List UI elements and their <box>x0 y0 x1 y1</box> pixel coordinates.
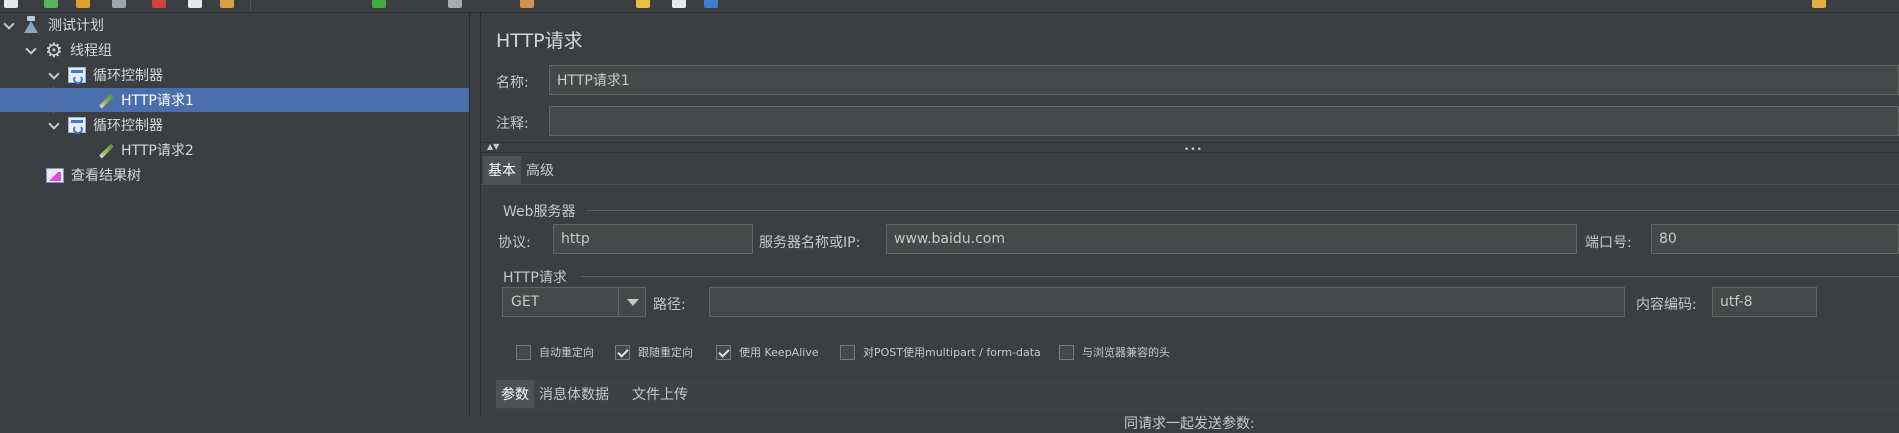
clear-icon[interactable] <box>520 0 534 8</box>
function-helper-icon[interactable] <box>636 0 650 8</box>
sampler-pen-icon <box>95 141 115 159</box>
tree-item-loop-controller[interactable]: 循环控制器 <box>47 63 163 87</box>
checkbox-checked-icon[interactable] <box>615 344 630 360</box>
follow-redirects-checkbox[interactable]: 跟随重定向 <box>615 344 693 360</box>
tab-advanced[interactable]: 高级 <box>521 156 559 184</box>
method-select[interactable]: GET <box>502 287 646 317</box>
help-icon[interactable] <box>704 0 718 8</box>
test-plan-icon <box>22 16 42 34</box>
tree-item-http-request[interactable]: HTTP请求1 <box>0 88 469 112</box>
http-request-group-title: HTTP请求 <box>503 270 567 286</box>
toolbar-separator <box>250 0 251 10</box>
new-icon[interactable] <box>4 0 18 8</box>
sampler-pen-icon <box>95 91 115 109</box>
open-icon[interactable] <box>76 0 90 8</box>
protocol-field[interactable]: http <box>553 224 753 254</box>
http-request-panel: HTTP请求 名称: HTTP请求1 注释: ▲▼ ••• 基本 高级 Web服… <box>481 13 1899 432</box>
option-label: 对POST使用multipart / form-data <box>863 346 1041 359</box>
checkbox-icon[interactable] <box>1059 344 1074 360</box>
chevron-down-icon[interactable] <box>47 68 61 82</box>
start-icon[interactable] <box>372 0 386 8</box>
option-label: 与浏览器兼容的头 <box>1082 346 1170 359</box>
stop-icon[interactable] <box>448 0 462 8</box>
name-field[interactable]: HTTP请求1 <box>549 65 1899 95</box>
collapse-arrows-icon[interactable]: ▲▼ <box>487 142 499 151</box>
toolbar <box>0 0 1899 13</box>
option-label: 跟随重定向 <box>638 346 693 359</box>
divider <box>481 142 1899 143</box>
tree-item-label: HTTP请求1 <box>121 93 194 109</box>
option-label: 自动重定向 <box>539 346 594 359</box>
browser-headers-checkbox[interactable]: 与浏览器兼容的头 <box>1059 344 1170 360</box>
tree-item-label: 测试计划 <box>48 18 104 34</box>
paste-icon[interactable] <box>220 0 234 8</box>
port-field[interactable]: 80 <box>1651 224 1899 254</box>
warning-icon <box>1812 0 1826 8</box>
gear-icon: ⚙ <box>45 38 63 62</box>
resize-grip-icon[interactable]: ••• <box>1184 145 1203 155</box>
tab-parameters[interactable]: 参数 <box>496 380 534 408</box>
encoding-label: 内容编码: <box>1636 297 1697 313</box>
divider <box>481 184 1899 185</box>
results-tree-icon <box>45 166 65 184</box>
divider <box>481 152 1899 153</box>
server-label: 服务器名称或IP: <box>759 235 861 251</box>
group-border <box>586 210 1899 211</box>
chevron-down-icon[interactable] <box>47 118 61 132</box>
save-icon[interactable] <box>112 0 126 8</box>
checkbox-checked-icon[interactable] <box>716 344 731 360</box>
comment-label: 注释: <box>496 116 529 132</box>
option-label: 使用 KeepAlive <box>739 346 819 359</box>
tree-guide-line <box>53 87 54 113</box>
loop-controller-icon <box>67 116 87 134</box>
port-label: 端口号: <box>1585 235 1632 251</box>
path-label: 路径: <box>653 297 686 313</box>
auto-redirect-checkbox[interactable]: 自动重定向 <box>516 344 594 360</box>
server-field[interactable]: www.baidu.com <box>886 224 1577 254</box>
encoding-field[interactable]: utf-8 <box>1712 287 1817 317</box>
chevron-down-icon[interactable] <box>618 288 645 316</box>
protocol-label: 协议: <box>498 235 531 251</box>
tree-item-http-request[interactable]: HTTP请求2 <box>95 138 194 162</box>
tree-item-label: 循环控制器 <box>93 68 163 84</box>
checkbox-icon[interactable] <box>840 344 855 360</box>
path-field[interactable] <box>709 287 1625 317</box>
cut-icon[interactable] <box>152 0 166 8</box>
group-border <box>581 276 1899 277</box>
method-value: GET <box>511 294 540 310</box>
loop-controller-icon <box>67 66 87 84</box>
tree-item-label: HTTP请求2 <box>121 143 194 159</box>
list-icon[interactable] <box>672 0 686 8</box>
comment-field[interactable] <box>549 106 1899 136</box>
name-label: 名称: <box>496 75 529 91</box>
panel-splitter[interactable] <box>469 13 481 416</box>
tree-item-thread-group[interactable]: ⚙ 线程组 <box>24 38 112 62</box>
tree-item-label: 循环控制器 <box>93 118 163 134</box>
tab-basic[interactable]: 基本 <box>483 156 521 184</box>
tab-file-upload[interactable]: 文件上传 <box>627 380 693 408</box>
web-server-group-title: Web服务器 <box>503 204 576 220</box>
page-title: HTTP请求 <box>496 30 583 52</box>
chevron-down-icon[interactable] <box>2 18 16 32</box>
multipart-checkbox[interactable]: 对POST使用multipart / form-data <box>840 344 1041 360</box>
tree-item-label: 线程组 <box>70 43 112 59</box>
tab-body-data[interactable]: 消息体数据 <box>534 380 614 408</box>
keepalive-checkbox[interactable]: 使用 KeepAlive <box>716 344 819 360</box>
copy-icon[interactable] <box>188 0 202 8</box>
params-caption: 同请求一起发送参数: <box>1124 416 1255 432</box>
templates-icon[interactable] <box>44 0 58 8</box>
tree-item-loop-controller[interactable]: 循环控制器 <box>47 113 163 137</box>
chevron-down-icon[interactable] <box>24 43 38 57</box>
checkbox-icon[interactable] <box>516 344 531 360</box>
tree-item-test-plan[interactable]: 测试计划 <box>2 13 104 37</box>
subtab-bar <box>496 378 1899 410</box>
tree-item-label: 查看结果树 <box>71 168 141 184</box>
test-plan-tree: 测试计划 ⚙ 线程组 循环控制器 HTTP请求1 循环控制器 HTTP请求2 查… <box>0 13 469 416</box>
tree-item-results-tree[interactable]: 查看结果树 <box>45 163 141 187</box>
